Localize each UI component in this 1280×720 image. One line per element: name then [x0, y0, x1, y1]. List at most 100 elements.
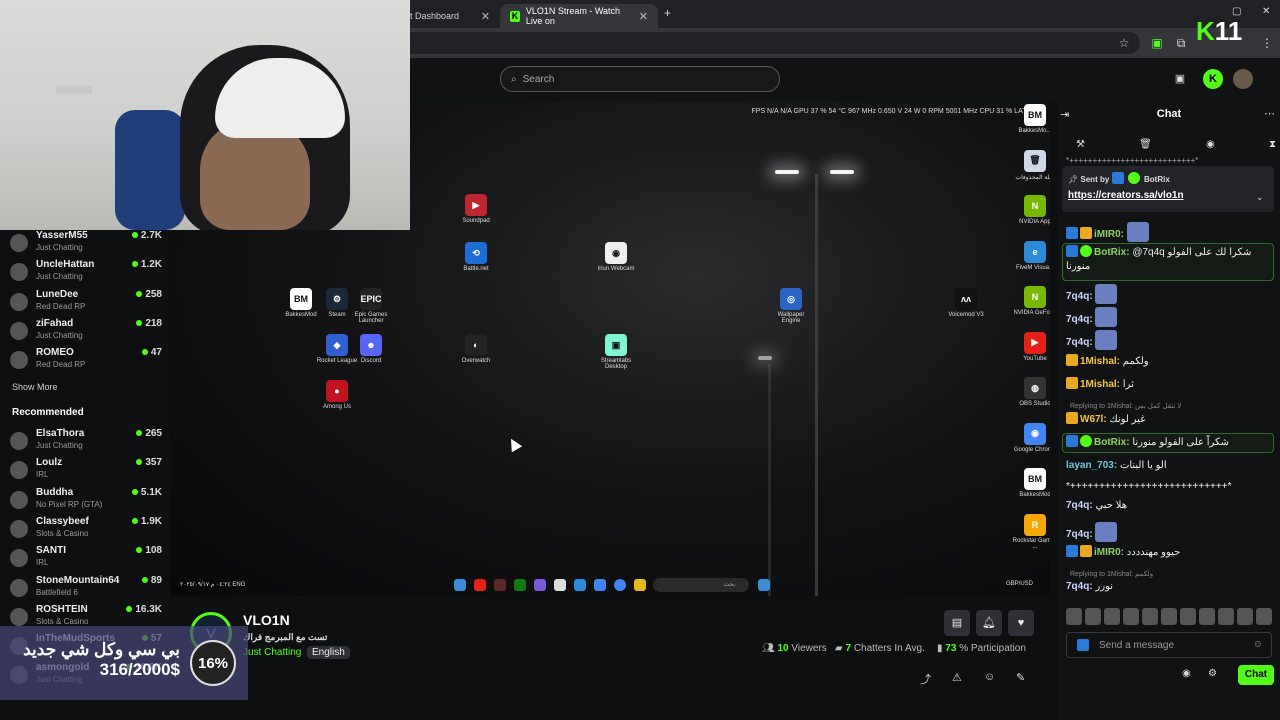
sidebar-channel[interactable]: LuneDee Red Dead RP 258 [10, 289, 162, 317]
chat-message[interactable]: BotRix: @7q4q شكرا لك على الفولو منورنا [1066, 245, 1272, 274]
pin-icon: 📌︎ [1068, 175, 1079, 184]
desktop-app-icon: ▣ Streamlabs Desktop [593, 334, 639, 370]
hammer-icon[interactable]: ⚒ [1076, 139, 1085, 150]
chat-message[interactable]: 7q4q: [1066, 284, 1272, 304]
trash-icon[interactable]: 🗑︎ [1139, 139, 1152, 150]
chat-message[interactable]: 1Mishal: ولكمم [1066, 354, 1272, 369]
chat-input[interactable]: Send a message ☺ [1066, 632, 1272, 658]
chat-username[interactable]: 7q4q: [1066, 500, 1093, 511]
chat-username[interactable]: 7q4q: [1066, 529, 1093, 540]
chat-username[interactable]: 1Mishal: [1080, 379, 1120, 390]
star-icon[interactable]: ☆ [1115, 34, 1133, 52]
language-tag[interactable]: English [307, 646, 350, 659]
emote-icon [1095, 307, 1118, 327]
chat-username[interactable]: 7q4q: [1066, 337, 1093, 348]
chat-message[interactable]: 7q4q: [1066, 330, 1272, 350]
users-icon[interactable]: ☺ [984, 671, 995, 683]
new-tab-button[interactable]: + [664, 6, 671, 20]
notification-bell-button[interactable]: 🔔︎ [976, 610, 1002, 636]
chat-username[interactable]: W67l: [1080, 414, 1107, 425]
close-icon[interactable]: ✕ [639, 10, 648, 23]
app-label: سلة المحذوفات [1015, 174, 1050, 181]
sidebar-channel[interactable]: Buddha No Pixel RP (GTA) 5.1K [10, 487, 162, 515]
avatar [10, 432, 28, 450]
sidebar-channel[interactable]: ElsaThora Just Chatting 265 [10, 428, 162, 456]
kick-logo-icon[interactable]: K [1203, 69, 1223, 89]
send-chat-button[interactable]: Chat [1238, 665, 1274, 685]
bubble-icon[interactable]: ◉ [1206, 139, 1215, 150]
desktop-app-icon: ◉Google Chrome [1012, 422, 1050, 453]
browse-icon[interactable]: ▣ [1170, 69, 1190, 89]
sidebar-channel[interactable]: Loulz IRL 357 [10, 457, 162, 485]
sidebar-channel[interactable]: StoneMountain64 Battlefield 6 89 [10, 575, 162, 603]
badge-icon [1080, 245, 1092, 257]
channel-category: Slots & Casino [36, 528, 89, 538]
chat-bubble-icon[interactable]: ◉ [1182, 668, 1191, 679]
chat-message[interactable]: iMIR0: [1066, 222, 1272, 242]
menu-icon[interactable]: ⋮ [1258, 34, 1276, 52]
share-icon[interactable]: ⤴ [920, 671, 931, 687]
hourglass-icon[interactable]: ⧗ [1269, 139, 1276, 150]
channel-name: UncleHattan [36, 259, 95, 271]
tab-dashboard[interactable]: t Dashboard ✕ [400, 4, 500, 28]
more-icon[interactable]: ⋯ [1264, 107, 1275, 120]
mouse-cursor [505, 435, 523, 453]
chat-username[interactable]: BotRix: [1094, 247, 1130, 258]
participation-stat: ▮ 73 % Participation [937, 643, 1026, 654]
sidebar-channel[interactable]: ziFahad Just Chatting 218 [10, 318, 162, 346]
live-dot-icon [141, 576, 148, 583]
chat-username[interactable]: 1Mishal: [1080, 356, 1120, 367]
stream-category[interactable]: Just Chatting [243, 647, 301, 658]
chat-username[interactable]: iMIR0: [1094, 547, 1124, 558]
user-avatar[interactable] [1233, 69, 1253, 89]
tab-stream[interactable]: K VLO1N Stream - Watch Live on ✕ [500, 4, 658, 28]
show-more-link[interactable]: Show More [12, 382, 58, 392]
taskbar-app-icon [474, 579, 486, 591]
chat-text: هلا حبي [1095, 500, 1128, 511]
window-close-icon[interactable]: ✕ [1262, 6, 1270, 17]
sidebar-channel[interactable]: ROMEO Red Dead RP 47 [10, 347, 162, 375]
sidebar-channel[interactable]: UncleHattan Just Chatting 1.2K [10, 259, 162, 287]
follow-heart-button[interactable]: ♥ [1008, 610, 1034, 636]
chat-username[interactable]: layan_703: [1066, 460, 1117, 471]
settings-icon[interactable]: ⚙ [1208, 668, 1217, 679]
extension-icon[interactable]: ▣ [1148, 34, 1166, 52]
search-input[interactable]: ⌕ Search [500, 66, 780, 92]
emoji-icon[interactable]: ☺ [1253, 639, 1263, 650]
chat-message[interactable]: 1Mishal: ثرا [1066, 377, 1272, 392]
mod-icon[interactable]: ✎ [1016, 671, 1025, 684]
chat-message[interactable]: BotRix: شكراً على الفولو منورنا [1066, 435, 1272, 450]
chat-message[interactable]: 7q4q: نورر [1066, 580, 1272, 594]
live-dot-icon [136, 430, 143, 436]
app-label: Iriun Webcam [597, 266, 635, 272]
avatar [10, 321, 28, 340]
chat-username[interactable]: 7q4q: [1066, 581, 1093, 592]
chat-message[interactable]: 7q4q: [1066, 522, 1272, 542]
sidebar-channel[interactable]: YasserM55 Just Chatting 2.7K [10, 230, 162, 258]
chat-message[interactable]: 7q4q: [1066, 307, 1272, 327]
chat-message[interactable]: layan_703: الو يا البنات [1066, 459, 1272, 473]
streamer-name[interactable]: VLO1N [243, 612, 290, 628]
chevron-down-icon[interactable]: ⌄ [1256, 192, 1264, 203]
chat-username[interactable]: 7q4q: [1066, 291, 1093, 302]
clip-button[interactable]: ▤ [944, 610, 970, 636]
app-icon: ◉ [1024, 422, 1046, 445]
emote-icon [1095, 330, 1118, 350]
report-icon[interactable]: ⚠ [952, 671, 962, 684]
chat-panel: ⇥ Chat ⋯ ⚒ 🗑︎ ◉ ⧗ *+++++++++++++++++++++… [1058, 102, 1280, 720]
chat-message[interactable]: iMIR0: حيوو مهندددد [1066, 545, 1272, 560]
chat-username[interactable]: BotRix: [1094, 437, 1130, 448]
puzzle-icon[interactable]: ⧉ [1172, 34, 1190, 52]
chat-username[interactable]: iMIR0: [1094, 229, 1124, 240]
url-field[interactable] [400, 32, 1140, 54]
sidebar-channel[interactable]: SANTI IRL 108 [10, 545, 162, 573]
close-icon[interactable]: ✕ [481, 10, 490, 23]
chat-username[interactable]: 7q4q: [1066, 314, 1093, 325]
pinned-link[interactable]: https://creators.sa/vlo1n [1068, 190, 1184, 201]
chart-icon: ▮ [937, 643, 943, 654]
sidebar-channel[interactable]: Classybeef Slots & Casino 1.9K [10, 516, 162, 544]
chat-message[interactable]: W67l: غير لونك [1066, 412, 1272, 427]
chat-message[interactable]: 7q4q: هلا حبي [1066, 499, 1272, 513]
chat-message[interactable]: *+++++++++++++++++++++++++++* [1066, 480, 1272, 494]
tray-clock: ٠٤:٢٤ م ٢٠٢٥/٠٩/١٧ ENG [180, 582, 246, 588]
